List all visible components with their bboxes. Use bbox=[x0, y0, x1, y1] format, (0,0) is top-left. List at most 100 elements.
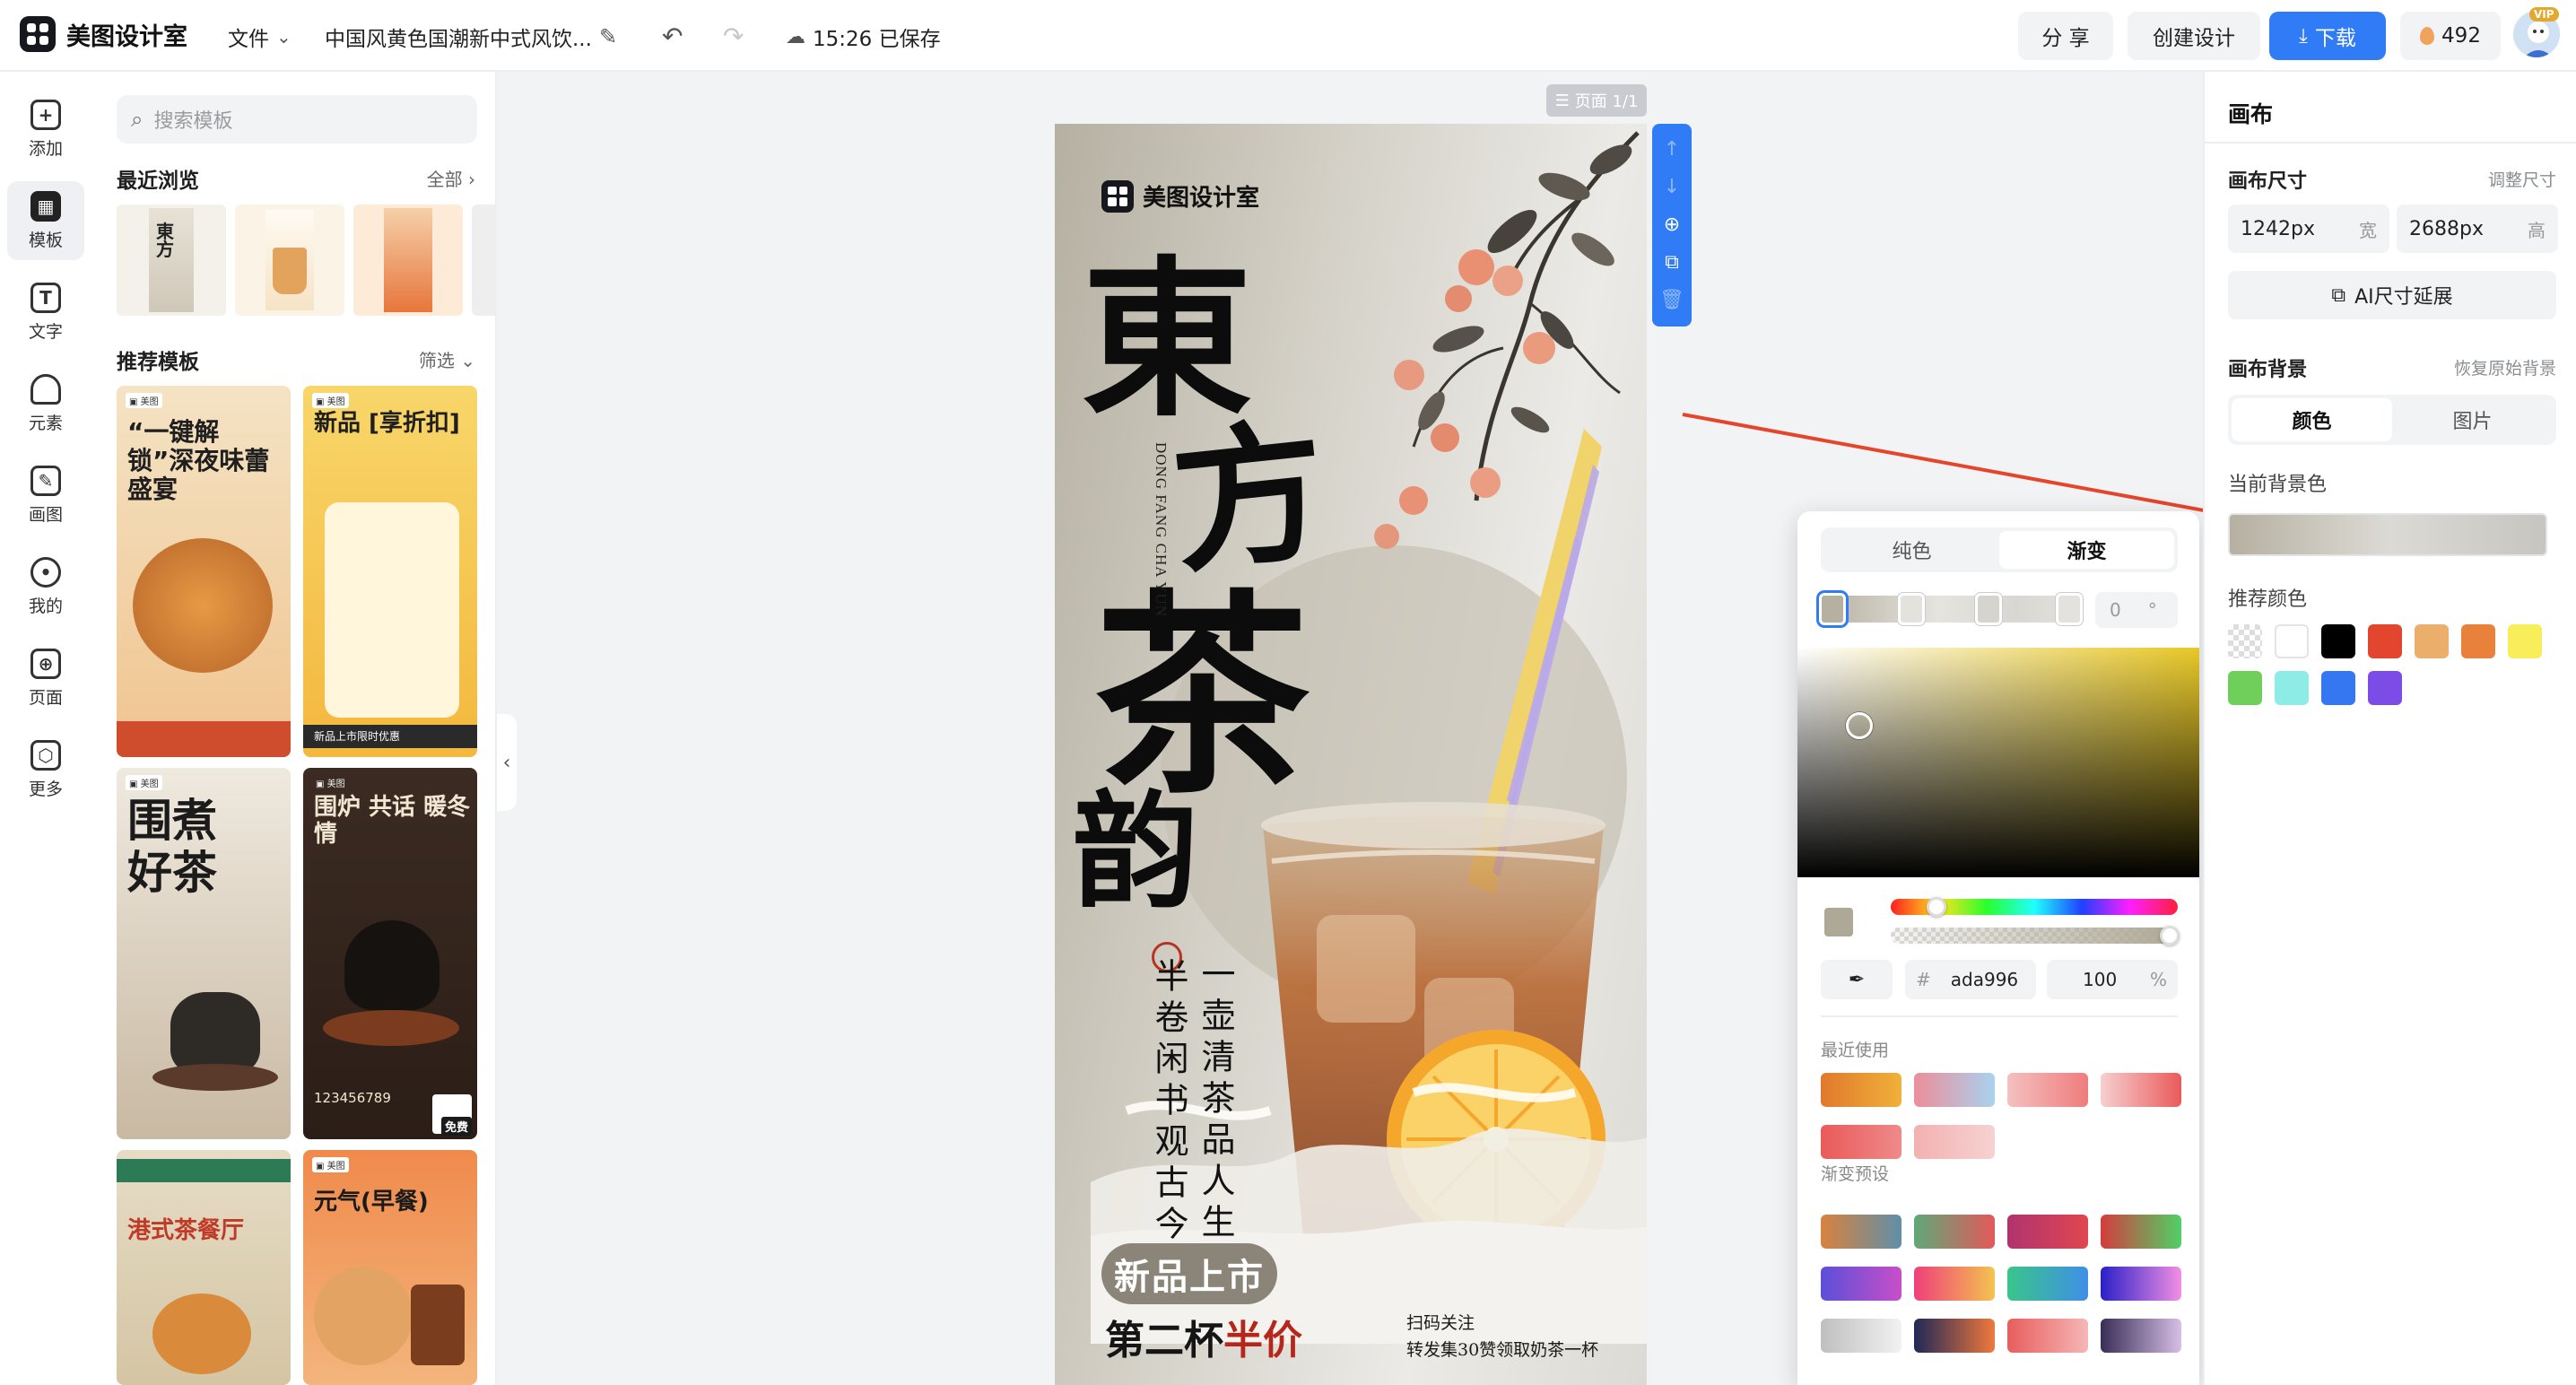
rail-item-more[interactable]: ⬡ 更多 bbox=[7, 730, 84, 809]
recommended-color-swatch[interactable] bbox=[2368, 671, 2402, 705]
reset-bg-link[interactable]: 恢复原始背景 bbox=[2454, 355, 2556, 379]
gradient-swatch[interactable] bbox=[2101, 1267, 2181, 1301]
redo-button[interactable]: ↷ bbox=[723, 22, 744, 51]
recommended-color-swatch[interactable] bbox=[2275, 624, 2309, 658]
page-indicator[interactable]: ☰ 页面 1/1 bbox=[1546, 84, 1647, 117]
hex-input[interactable]: # ada996 bbox=[1905, 960, 2036, 999]
rail-item-add[interactable]: + 添加 bbox=[7, 90, 84, 169]
rail-item-templates[interactable]: ▦ 模板 bbox=[7, 181, 84, 260]
gradient-swatch[interactable] bbox=[1821, 1073, 1902, 1107]
template-card[interactable]: ▣ 美图 元气(早餐) bbox=[303, 1150, 477, 1385]
opacity-slider-knob[interactable] bbox=[2160, 926, 2180, 945]
tab-bg-image[interactable]: 图片 bbox=[2392, 398, 2553, 441]
add-page-icon[interactable]: ⊕ bbox=[1664, 215, 1680, 235]
gradient-swatch[interactable] bbox=[1821, 1319, 1902, 1353]
eyedropper-button[interactable]: ✒ bbox=[1821, 960, 1893, 999]
collapse-panel-button[interactable]: ‹ bbox=[497, 714, 517, 811]
filter-button[interactable]: 筛选 ⌄ bbox=[419, 346, 475, 372]
gradient-swatch[interactable] bbox=[1914, 1073, 1995, 1107]
gradient-swatch[interactable] bbox=[2007, 1319, 2088, 1353]
canvas-width-input[interactable]: 1242px 宽 bbox=[2228, 205, 2389, 253]
ai-extend-label: AI尺寸延展 bbox=[2354, 286, 2453, 309]
rail-item-pages[interactable]: ⊕ 页面 bbox=[7, 639, 84, 718]
template-card[interactable]: ▣ 美图 围煮好茶 bbox=[117, 768, 291, 1139]
template-card[interactable]: ▣ 美图 “一键解锁”深夜味蕾盛宴 bbox=[117, 386, 291, 757]
share-button[interactable]: 分 享 bbox=[2018, 12, 2113, 60]
move-up-icon[interactable]: ↑ bbox=[1664, 140, 1680, 160]
gradient-swatch[interactable] bbox=[1914, 1319, 1995, 1353]
current-bg-swatch[interactable] bbox=[2228, 513, 2547, 556]
gradient-swatch[interactable] bbox=[2101, 1073, 2181, 1107]
gradient-swatch[interactable] bbox=[1914, 1215, 1995, 1249]
gradient-swatch[interactable] bbox=[2007, 1073, 2088, 1107]
recent-template-thumb[interactable]: 東方 bbox=[117, 205, 226, 316]
recommended-color-swatch[interactable] bbox=[2508, 624, 2542, 658]
download-button[interactable]: ⤓ 下载 bbox=[2269, 12, 2386, 60]
gradient-swatch[interactable] bbox=[1914, 1267, 1995, 1301]
gradient-swatch[interactable] bbox=[2007, 1215, 2088, 1249]
recent-all-link[interactable]: 全部 › bbox=[427, 165, 475, 191]
design-canvas[interactable]: 美图设计室 東 方 茶 韵 DONG FANG CHA YUN 半卷闲书观古今 … bbox=[1055, 124, 1647, 1385]
move-down-icon[interactable]: ↓ bbox=[1664, 178, 1680, 197]
tab-bg-color[interactable]: 颜色 bbox=[2232, 398, 2392, 441]
template-search-input[interactable]: ⌕ 搜索模板 bbox=[117, 95, 477, 144]
duplicate-page-icon[interactable]: ⧉ bbox=[1665, 253, 1679, 273]
gradient-stop-handle[interactable] bbox=[2056, 593, 2083, 625]
gradient-stop-track[interactable] bbox=[1819, 593, 2083, 625]
recommended-color-swatch[interactable] bbox=[2275, 671, 2309, 705]
saturation-thumb[interactable] bbox=[1846, 712, 1873, 739]
gradient-angle-input[interactable]: 0 ° bbox=[2095, 592, 2178, 628]
recent-template-thumb[interactable] bbox=[235, 205, 344, 316]
create-design-button[interactable]: 创建设计 bbox=[2128, 12, 2260, 60]
redo-icon: ↷ bbox=[723, 22, 744, 51]
template-card[interactable]: ▣ 美图 围炉 共话 暖冬情 123456789 免费 bbox=[303, 768, 477, 1139]
rail-item-text[interactable]: T 文字 bbox=[7, 273, 84, 352]
recommended-color-swatch[interactable] bbox=[2228, 671, 2262, 705]
gradient-swatch[interactable] bbox=[2101, 1319, 2181, 1353]
gradient-swatch[interactable] bbox=[2007, 1267, 2088, 1301]
rail-item-elements[interactable]: 元素 bbox=[7, 364, 84, 443]
tab-gradient[interactable]: 渐变 bbox=[1999, 531, 2174, 569]
rename-edit-icon[interactable]: ✎ bbox=[599, 24, 617, 49]
canvas-height-input[interactable]: 2688px 高 bbox=[2397, 205, 2558, 253]
gradient-swatch[interactable] bbox=[2101, 1215, 2181, 1249]
recent-template-thumb[interactable] bbox=[353, 205, 463, 316]
credits-button[interactable]: 492 bbox=[2400, 12, 2501, 60]
file-menu[interactable]: 文件 ⌄ bbox=[228, 22, 292, 52]
recommended-color-swatch[interactable] bbox=[2461, 624, 2495, 658]
gradient-swatch[interactable] bbox=[1821, 1125, 1902, 1159]
hue-slider-knob[interactable] bbox=[1927, 897, 1946, 917]
template-card[interactable]: 港式茶餐厅 bbox=[117, 1150, 291, 1385]
angle-unit: ° bbox=[2147, 599, 2157, 621]
ai-extend-button[interactable]: ⧉ AI尺寸延展 bbox=[2228, 271, 2556, 319]
gradient-swatch[interactable] bbox=[1821, 1267, 1902, 1301]
recommended-color-swatch[interactable] bbox=[2368, 624, 2402, 658]
undo-button[interactable]: ↶ bbox=[662, 22, 683, 51]
save-status-text: 15:26 已保存 bbox=[813, 28, 941, 51]
card-headline: 新品 [享折扣] bbox=[314, 410, 460, 437]
opacity-slider[interactable] bbox=[1891, 926, 2180, 945]
gradient-swatch[interactable] bbox=[1914, 1125, 1995, 1159]
hue-slider[interactable] bbox=[1891, 897, 2178, 917]
recommended-color-swatch[interactable] bbox=[2228, 624, 2262, 658]
recent-template-thumb[interactable] bbox=[472, 205, 495, 316]
gradient-stop-handle[interactable] bbox=[1898, 593, 1925, 625]
template-grid-icon: ▦ bbox=[30, 190, 61, 222]
recommended-color-swatch[interactable] bbox=[2415, 624, 2449, 658]
tab-solid-color[interactable]: 纯色 bbox=[1824, 531, 1999, 569]
recommended-color-swatch[interactable] bbox=[2321, 671, 2355, 705]
rail-item-draw[interactable]: ✎ 画图 bbox=[7, 456, 84, 535]
gradient-stop-handle[interactable] bbox=[1975, 593, 2002, 625]
delete-page-icon[interactable]: 🗑 bbox=[1659, 291, 1684, 310]
saturation-brightness-area[interactable] bbox=[1797, 648, 2199, 877]
template-card[interactable]: ▣ 美图 新品 [享折扣] 新品上市限时优惠 bbox=[303, 386, 477, 757]
resize-link[interactable]: 调整尺寸 bbox=[2488, 167, 2556, 191]
current-bg-label: 当前背景色 bbox=[2228, 474, 2328, 496]
gradient-swatch[interactable] bbox=[1821, 1215, 1902, 1249]
document-title[interactable]: 中国风黄色国潮新中式风饮... ✎ bbox=[325, 22, 617, 52]
rail-item-mine[interactable]: • 我的 bbox=[7, 547, 84, 626]
recommended-color-swatch[interactable] bbox=[2321, 624, 2355, 658]
gradient-stop-handle[interactable] bbox=[1819, 593, 1846, 625]
app-logo[interactable]: 美图设计室 bbox=[20, 16, 187, 52]
opacity-input[interactable]: 100 % bbox=[2047, 960, 2178, 999]
